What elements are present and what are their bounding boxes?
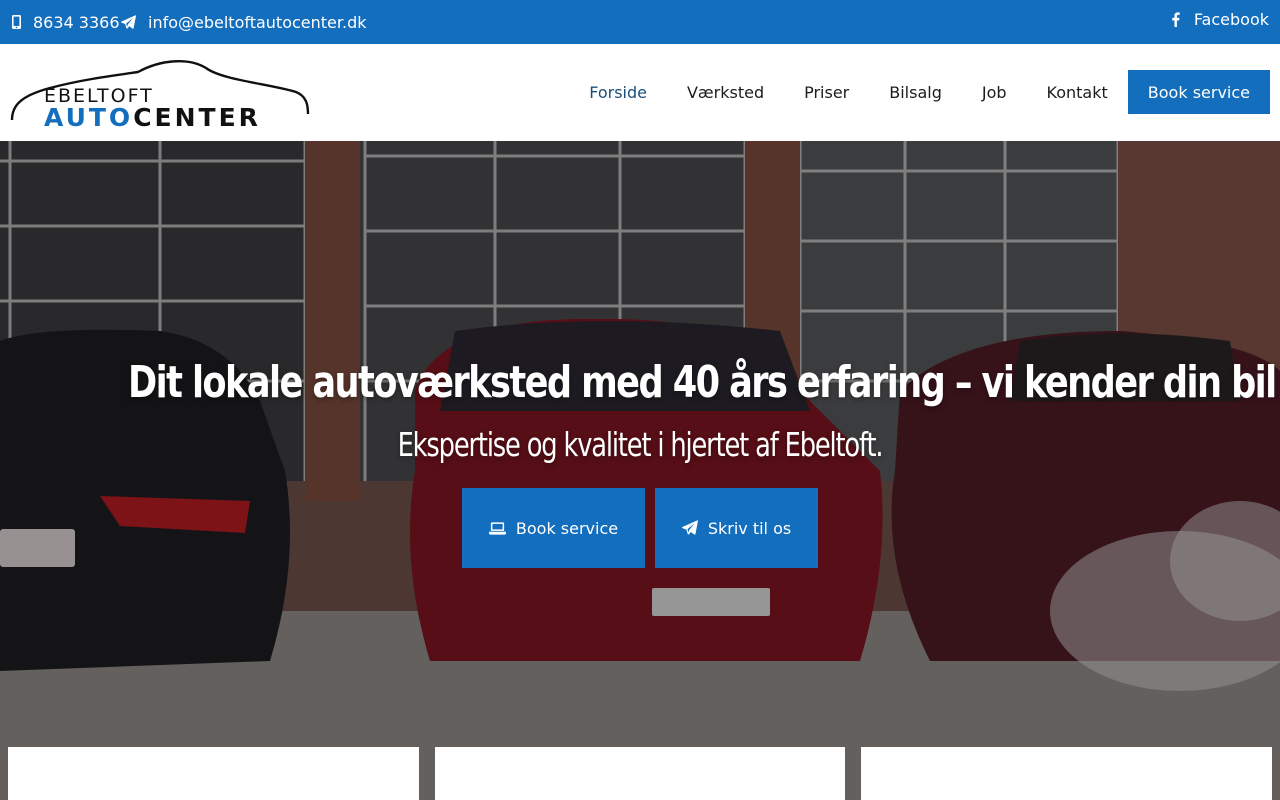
nav-item-priser[interactable]: Priser [804, 83, 849, 102]
top-contact-bar: 8634 3366 info@ebeltoftautocenter.dk Fac… [0, 0, 1280, 44]
hero-write-us-button[interactable]: Skriv til os [655, 488, 818, 568]
logo-text-auto: AUTO [44, 103, 133, 128]
main-nav: Forside Værksted Priser Bilsalg Job Kont… [549, 70, 1270, 114]
phone-number: 8634 3366 [33, 12, 120, 32]
nav-item-vaerksted[interactable]: Værksted [687, 83, 764, 102]
header-book-service-button[interactable]: Book service [1127, 70, 1270, 114]
paper-plane-icon [121, 14, 136, 29]
mobile-icon [12, 15, 21, 29]
email-address: info@ebeltoftautocenter.dk [148, 12, 367, 32]
hero-write-us-label: Skriv til os [707, 518, 792, 538]
hero-background-image [0, 141, 1280, 800]
logo-text-center: CENTER [133, 103, 261, 128]
nav-item-bilsalg[interactable]: Bilsalg [889, 83, 942, 102]
laptop-icon [488, 521, 506, 535]
facebook-label: Facebook [1193, 9, 1269, 29]
facebook-link[interactable]: Facebook [1171, 0, 1269, 41]
svg-text:AUTOCENTER: AUTOCENTER [44, 103, 261, 128]
feature-card [861, 747, 1272, 800]
nav-item-job[interactable]: Job [982, 83, 1007, 102]
site-header: EBELTOFT AUTOCENTER Forside Værksted Pri… [0, 44, 1280, 141]
hero-book-service-button[interactable]: Book service [462, 488, 645, 568]
hero-subtitle: Ekspertise og kvalitet i hjertet af Ebel… [397, 425, 884, 464]
nav-item-kontakt[interactable]: Kontakt [1047, 83, 1108, 102]
hero-book-service-label: Book service [515, 518, 619, 538]
site-logo[interactable]: EBELTOFT AUTOCENTER [10, 58, 310, 132]
feature-card [8, 747, 419, 800]
facebook-icon [1172, 11, 1180, 27]
hero-title: Dit lokale autoværksted med 40 års erfar… [128, 357, 1277, 408]
feature-card [435, 747, 845, 800]
paper-plane-icon [681, 520, 698, 535]
nav-item-forside[interactable]: Forside [589, 83, 647, 102]
email-link[interactable]: info@ebeltoftautocenter.dk [121, 0, 367, 44]
phone-link[interactable]: 8634 3366 [12, 0, 120, 44]
hero-section: Dit lokale autoværksted med 40 års erfar… [0, 141, 1280, 800]
